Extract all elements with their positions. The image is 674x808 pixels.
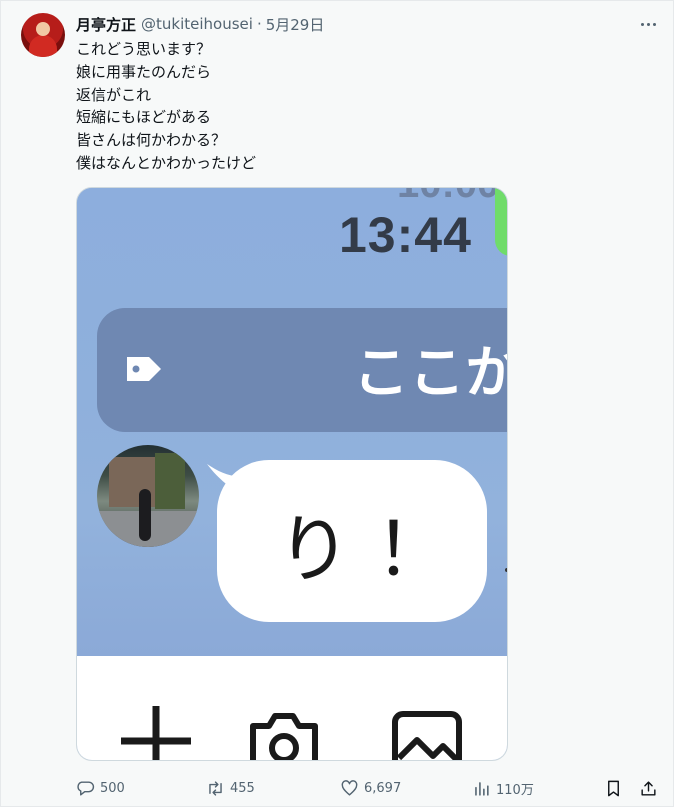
more-dot	[652, 22, 656, 26]
tweet-header: 月亭方正 @tukiteihousei · 5月29日	[76, 13, 324, 35]
share-icon	[641, 780, 656, 796]
author-avatar[interactable]	[21, 13, 65, 57]
reply-count: 500	[100, 780, 125, 796]
camera-icon	[250, 713, 318, 760]
tweet-text-line: 短縮にもほどがある	[76, 108, 212, 127]
plus-icon	[121, 706, 191, 760]
bookmark-button[interactable]	[604, 777, 628, 799]
tweet-text-line: 娘に用事たのんだら	[76, 62, 212, 81]
tweet-text-line: 返信がこれ	[76, 85, 152, 104]
green-status-pill	[495, 188, 507, 256]
message-text: り！	[277, 507, 473, 593]
tweet-text: これどう思います？ 娘に用事たのんだら 返信がこれ 短縮にもほどがある 皆さんは…	[76, 38, 636, 175]
heart-icon	[341, 779, 358, 796]
reply-button[interactable]: 500	[76, 777, 125, 799]
tweet-image[interactable]: 10:00 13:44 ここか り！	[76, 187, 508, 761]
post-date[interactable]: 5月29日	[266, 14, 325, 35]
tweet-text-line: 僕はなんとかわかったけど	[76, 153, 257, 172]
repost-icon	[209, 780, 222, 796]
tweet-card[interactable]: 月亭方正 @tukiteihousei · 5月29日 これどう思います？ 娘に…	[0, 0, 674, 807]
header-separator: ·	[256, 15, 262, 33]
sender-avatar	[97, 445, 199, 547]
more-dot	[640, 22, 644, 26]
more-dot	[646, 22, 650, 26]
share-button[interactable]	[639, 777, 663, 799]
tweet-text-line: これどう思います？	[76, 40, 212, 58]
message-dot	[505, 568, 507, 572]
tweet: 月亭方正 @tukiteihousei · 5月29日 これどう思います？ 娘に…	[1, 1, 674, 808]
tweet-actions: 500 455 6,697 110万	[76, 777, 660, 799]
views-button[interactable]: 110万	[472, 777, 534, 799]
like-count: 6,697	[364, 780, 402, 796]
author-handle[interactable]: @tukiteihousei	[141, 15, 253, 33]
avatar-robe	[29, 35, 57, 57]
image-icon	[392, 711, 462, 760]
analytics-icon	[475, 781, 489, 796]
avatar-person	[139, 489, 151, 541]
repost-count: 455	[230, 780, 255, 796]
more-options-icon[interactable]	[637, 13, 659, 35]
banner-text: ここか	[353, 341, 508, 406]
avatar-face	[36, 22, 50, 36]
tweet-text-line: 皆さんは何かわかる？	[76, 131, 227, 150]
bookmark-icon	[608, 780, 619, 796]
repost-button[interactable]: 455	[206, 777, 255, 799]
avatar-tree	[155, 453, 185, 509]
tag-icon	[127, 357, 161, 381]
view-count: 110万	[496, 782, 534, 798]
reply-icon	[77, 780, 95, 796]
like-button[interactable]: 6,697	[340, 777, 401, 799]
author-name[interactable]: 月亭方正	[76, 14, 136, 35]
chat-time: 13:44	[339, 207, 472, 263]
status-time-partial: 10:00	[397, 188, 499, 207]
